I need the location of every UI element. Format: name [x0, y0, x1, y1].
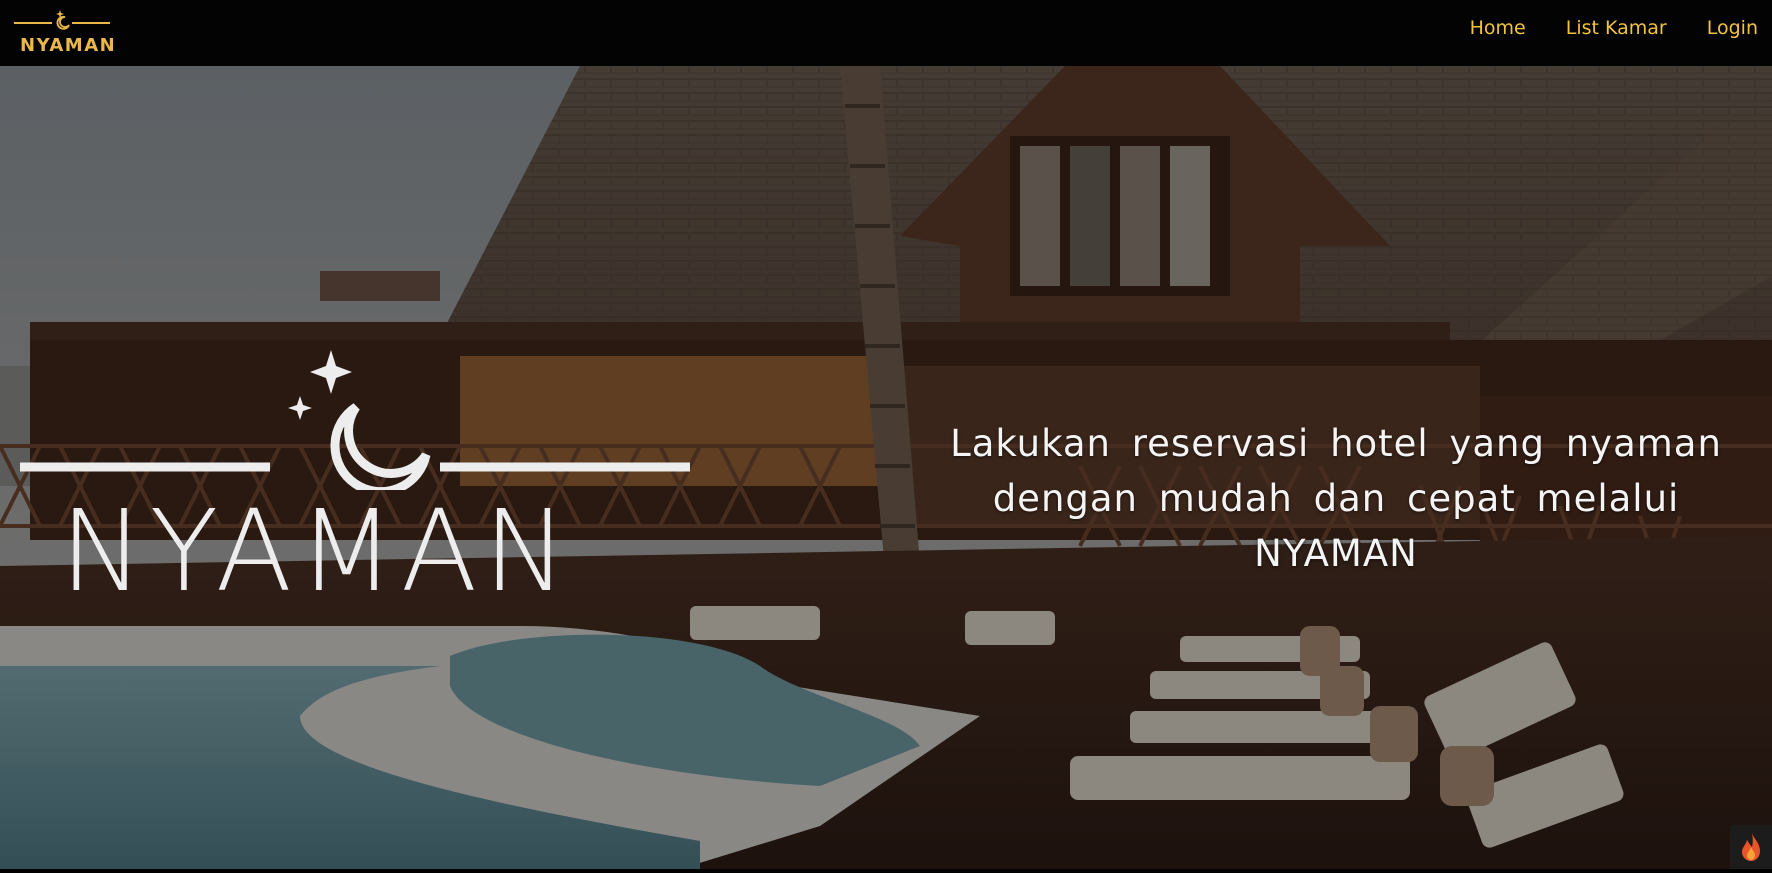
moon-star-icon [18, 350, 692, 490]
hero-brand-name: NYAMAN [60, 496, 573, 608]
hero-brand-logo: NYAMAN [18, 350, 692, 710]
nav-menu: Home List Kamar Login [1470, 17, 1758, 39]
hero-section: NYAMAN Lakukan reservasi hotel yang nyam… [0, 66, 1772, 869]
nav-link-login[interactable]: Login [1707, 17, 1758, 39]
flame-widget-button[interactable] [1730, 825, 1772, 869]
nav-link-list-kamar[interactable]: List Kamar [1566, 17, 1667, 39]
hero-tagline: Lakukan reservasi hotel yang nyaman deng… [936, 416, 1736, 581]
moon-star-icon [14, 8, 126, 32]
brand-name: NYAMAN [20, 35, 116, 56]
flame-icon [1730, 825, 1772, 869]
nav-link-home[interactable]: Home [1470, 17, 1526, 39]
navbar: NYAMAN Home List Kamar Login [0, 0, 1772, 66]
brand-logo[interactable]: NYAMAN [14, 8, 126, 58]
